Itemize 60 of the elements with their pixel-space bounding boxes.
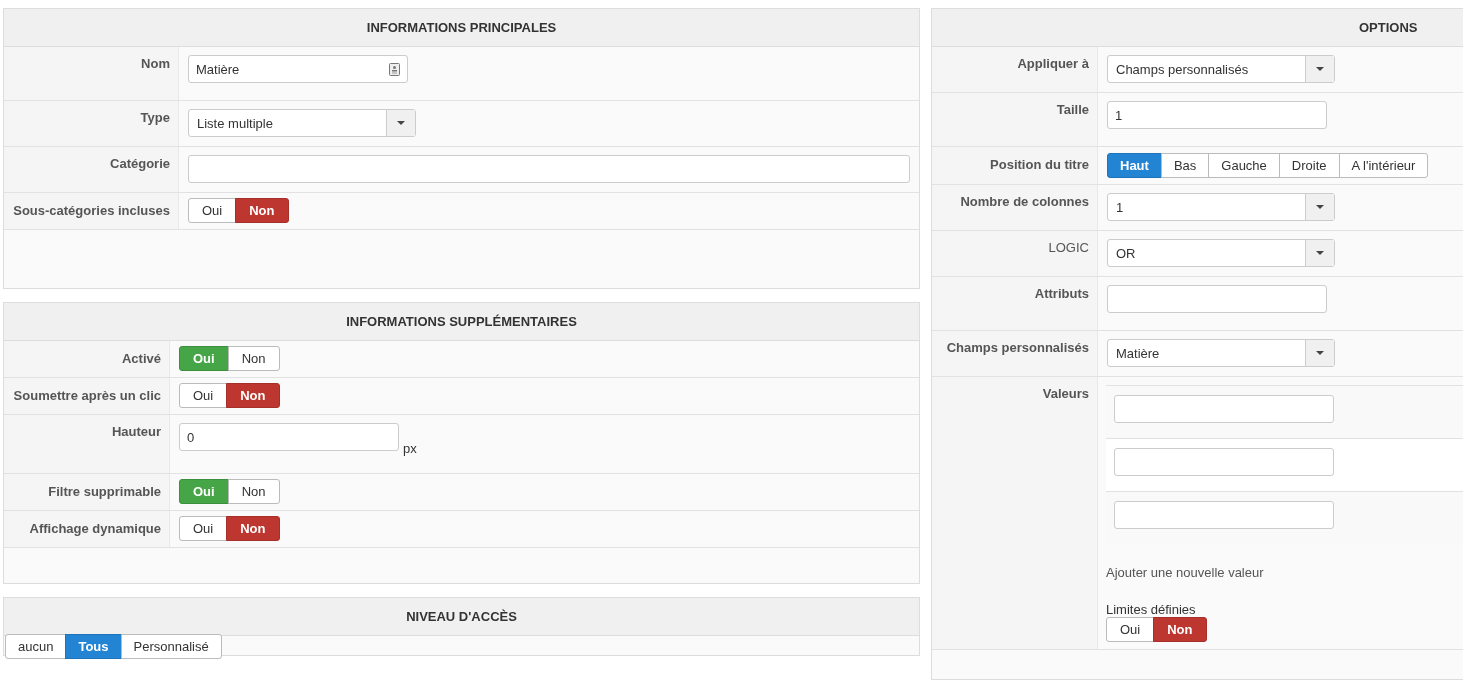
toggle-option[interactable]: Non [235,198,289,223]
toggle-option[interactable]: Non [1153,617,1207,642]
select-dropdown[interactable]: Liste multiple [188,109,416,137]
panel-title: OPTIONS [1359,20,1418,35]
unit-label: px [403,441,417,456]
value-field[interactable] [1114,448,1334,476]
field-label: Soumettre après un clic [13,388,161,403]
segment-option[interactable]: A l'intérieur [1338,153,1429,178]
add-value-link[interactable]: Ajouter une nouvelle valeur [1106,565,1264,580]
caret-icon [1316,251,1324,255]
field-label: Nom [141,56,170,71]
caret-icon [1316,205,1324,209]
value-field[interactable] [1114,501,1334,529]
field-label: Sous-catégories incluses [13,203,170,218]
toggle-option[interactable]: Non [226,383,280,408]
caret-icon [397,121,405,125]
field-label: Filtre supprimable [48,484,161,499]
limits-label: Limites définies [1106,602,1196,617]
panel-title: INFORMATIONS PRINCIPALES [366,20,557,35]
segment-option[interactable]: Bas [1160,153,1210,178]
field-label: Position du titre [990,157,1089,172]
toggle-option[interactable]: Oui [188,198,237,223]
field-label: Nombre de colonnes [960,194,1089,209]
caret-icon [1316,67,1324,71]
field-label: Type [140,110,170,125]
field-label: LOGIC [1048,240,1089,255]
field-label: Appliquer à [1017,56,1089,71]
field-label: Taille [1056,102,1089,117]
caret-icon [1316,351,1324,355]
field-label: Champs personnalisés [946,340,1089,355]
panel-title: INFORMATIONS SUPPLÉMENTAIRES [346,314,577,329]
text-field[interactable]: Matière [188,55,408,83]
toggle-option[interactable]: Non [226,516,280,541]
text-field[interactable]: 1 [1107,101,1327,129]
toggle-option[interactable]: Non [227,346,280,371]
value-field[interactable] [1114,395,1334,423]
toggle-option[interactable]: Non [227,479,280,504]
select-dropdown[interactable]: OR [1107,239,1335,267]
field-label: Activé [121,351,161,366]
segment-option[interactable]: Tous [65,634,122,659]
field-label: Affichage dynamique [29,521,161,536]
panel-title: NIVEAU D'ACCÈS [406,609,517,624]
segment-option[interactable]: Personnalisé [120,634,222,659]
toggle-option[interactable]: Oui [1106,617,1155,642]
field-label: Catégorie [110,156,170,171]
field-label: Valeurs [1042,386,1089,401]
text-field[interactable]: 0 [179,423,399,451]
select-dropdown[interactable]: Champs personnalisés [1107,55,1335,83]
field-label: Hauteur [111,424,161,439]
toggle-option[interactable]: Oui [179,516,228,541]
text-field[interactable] [188,155,910,183]
text-field[interactable] [1107,285,1327,313]
select-dropdown[interactable]: Matière [1107,339,1335,367]
segment-option[interactable]: Gauche [1208,153,1280,178]
select-dropdown[interactable]: 1 [1107,193,1335,221]
toggle-option[interactable]: Oui [179,383,228,408]
segment-option[interactable]: Haut [1107,153,1162,178]
segment-option[interactable]: aucun [5,634,67,659]
field-label: Attributs [1034,286,1089,301]
segment-option[interactable]: Droite [1278,153,1340,178]
